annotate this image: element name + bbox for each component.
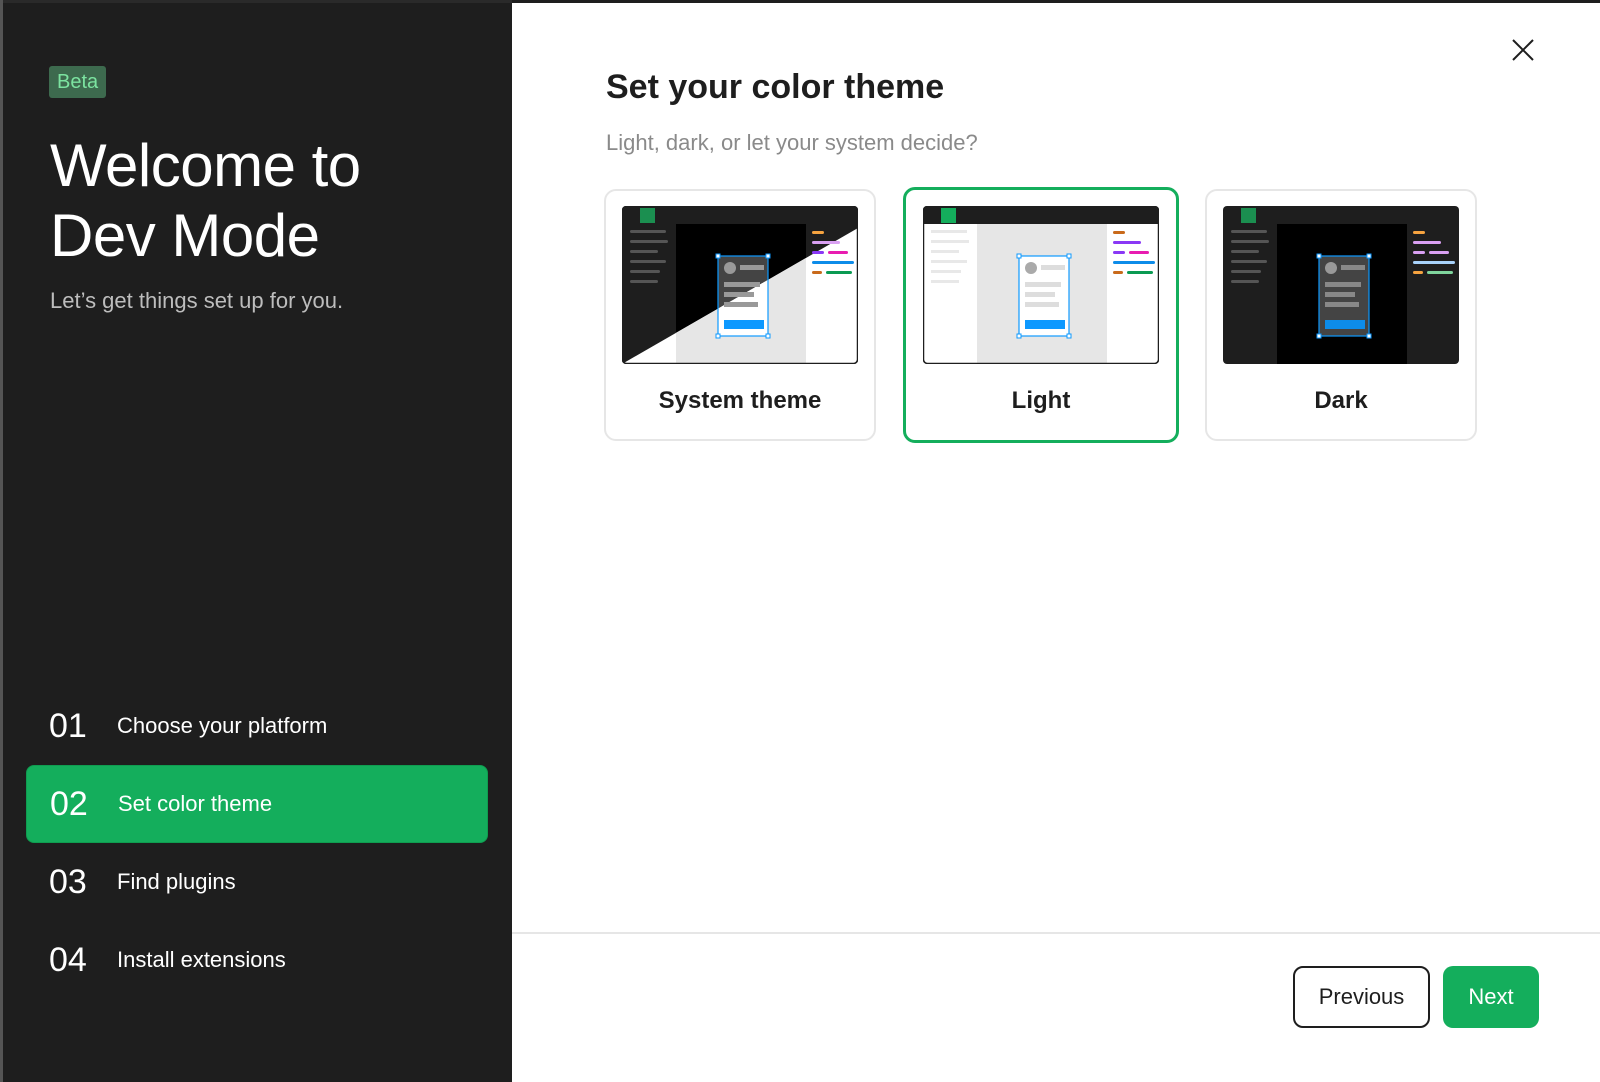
- theme-card-label: System theme: [658, 387, 822, 414]
- step-choose-platform[interactable]: 01 Choose your platform: [26, 687, 488, 765]
- theme-card-dark[interactable]: Dark: [1205, 189, 1477, 441]
- step-number: 03: [49, 862, 87, 901]
- light-theme-preview: [923, 206, 1159, 364]
- onboarding-steps: 01 Choose your platform 02 Set color the…: [26, 687, 488, 999]
- welcome-subtitle: Let’s get things set up for you.: [50, 288, 344, 313]
- dev-mode-onboarding-dialog: Beta Welcome to Dev Mode Let’s get thing…: [0, 0, 1600, 1082]
- dark-theme-preview: [1223, 206, 1459, 364]
- welcome-heading-line1: Welcome to: [50, 132, 361, 199]
- footer-divider: [512, 932, 1600, 934]
- theme-card-label: Dark: [1314, 387, 1368, 414]
- step-number: 04: [49, 940, 87, 979]
- panel-description: Light, dark, or let your system decide?: [606, 130, 978, 155]
- close-button[interactable]: [1506, 33, 1540, 67]
- beta-badge: Beta: [49, 66, 107, 98]
- theme-card-label: Light: [1011, 387, 1071, 414]
- close-icon: [1512, 39, 1534, 61]
- theme-panel: [512, 3, 1600, 1082]
- theme-card-light[interactable]: Light: [903, 187, 1179, 443]
- step-label: Install extensions: [117, 947, 286, 972]
- step-label: Find plugins: [117, 869, 236, 894]
- step-number: 01: [49, 706, 87, 745]
- step-install-extensions[interactable]: 04 Install extensions: [26, 921, 488, 999]
- previous-button[interactable]: Previous: [1293, 966, 1430, 1028]
- next-button[interactable]: Next: [1443, 966, 1539, 1028]
- step-label: Set color theme: [118, 791, 273, 816]
- system-theme-preview: [622, 206, 858, 364]
- welcome-heading-line2: Dev Mode: [50, 202, 320, 269]
- onboarding-sidebar: Beta Welcome to Dev Mode Let’s get thing…: [3, 3, 512, 1082]
- welcome-heading: Welcome to Dev Mode: [50, 131, 490, 271]
- step-set-color-theme[interactable]: 02 Set color theme: [26, 765, 488, 843]
- step-number: 02: [50, 784, 88, 823]
- panel-title: Set your color theme: [606, 68, 945, 106]
- theme-card-system[interactable]: System theme: [604, 189, 876, 441]
- step-find-plugins[interactable]: 03 Find plugins: [26, 843, 488, 921]
- step-label: Choose your platform: [117, 713, 328, 738]
